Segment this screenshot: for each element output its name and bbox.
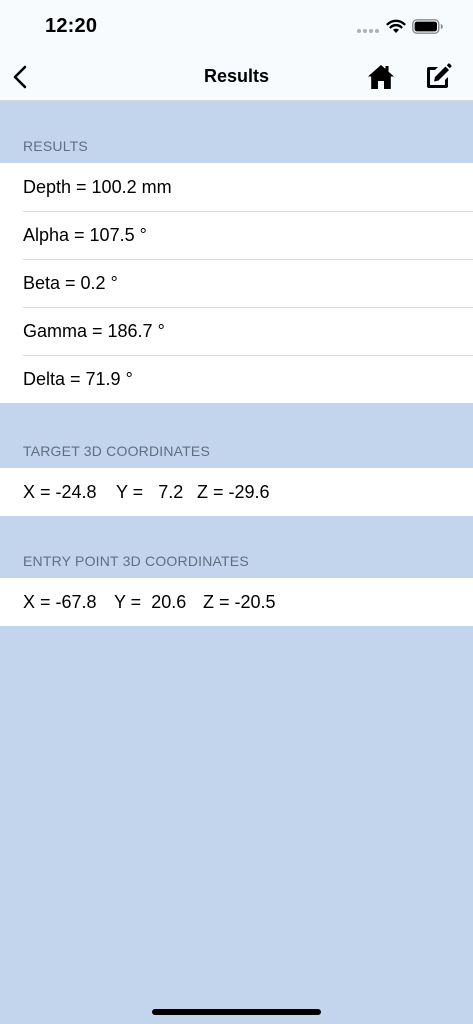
battery-icon — [412, 19, 443, 34]
status-time: 12:20 — [45, 15, 98, 37]
entry-z: Z = -20.5 — [203, 592, 276, 612]
entry-x: X = -67.8 — [23, 592, 97, 612]
status-bar: 12:20 — [0, 0, 473, 54]
target-y: Y = 7.2 — [116, 482, 184, 502]
entry-coordinates-row: X = -67.8 Y = 20.6 Z = -20.5 — [0, 578, 473, 626]
entry-section-header: ENTRY POINT 3D COORDINATES — [23, 553, 249, 569]
target-coordinates-row: X = -24.8 Y = 7.2 Z = -29.6 — [0, 468, 473, 516]
result-beta: Beta = 0.2 ° — [0, 259, 473, 307]
cellular-signal-icon — [357, 29, 379, 33]
result-gamma: Gamma = 186.7 ° — [0, 307, 473, 355]
results-section-header: RESULTS — [23, 138, 88, 154]
home-indicator — [152, 1009, 321, 1015]
navigation-bar: Results — [0, 54, 473, 101]
target-section-header: TARGET 3D COORDINATES — [23, 443, 210, 459]
home-icon — [368, 65, 394, 89]
result-depth: Depth = 100.2 mm — [23, 177, 172, 197]
edit-icon — [427, 63, 452, 88]
page-title: Results — [203, 66, 270, 86]
wifi-icon — [386, 19, 406, 33]
home-button[interactable] — [366, 63, 396, 91]
results-list: Depth = 100.2 mm Alpha = 107.5 ° Beta = … — [0, 163, 473, 403]
entry-y: Y = 20.6 — [114, 592, 187, 612]
result-delta: Delta = 71.9 ° — [0, 355, 473, 403]
target-x: X = -24.8 — [23, 482, 97, 502]
target-z: Z = -29.6 — [197, 482, 270, 502]
result-alpha: Alpha = 107.5 ° — [0, 211, 473, 259]
edit-button[interactable] — [424, 63, 452, 91]
